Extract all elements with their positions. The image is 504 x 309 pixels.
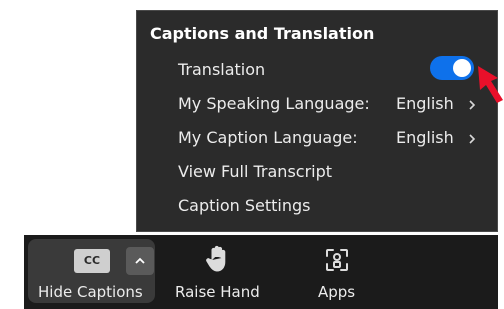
raise-hand-label: Raise Hand	[175, 283, 260, 301]
meeting-toolbar: CC Hide Captions Raise Hand Apps	[24, 235, 498, 309]
cc-icon: CC	[74, 249, 110, 273]
menu-item-caption-language[interactable]: My Caption Language:	[178, 128, 358, 147]
menu-item-speaking-language[interactable]: My Speaking Language:	[178, 94, 370, 113]
apps-icon	[326, 249, 348, 271]
menu-item-view-transcript[interactable]: View Full Transcript	[178, 162, 332, 181]
captions-translation-menu: Captions and Translation Translation My …	[136, 10, 498, 232]
red-arrow-icon	[478, 66, 503, 103]
menu-item-translation[interactable]: Translation	[178, 60, 265, 79]
hand-icon	[206, 245, 226, 272]
raise-hand-button[interactable]: Raise Hand	[172, 239, 262, 303]
captions-options-caret[interactable]	[126, 247, 154, 275]
hide-captions-button[interactable]: CC Hide Captions	[28, 239, 155, 303]
toggle-knob	[453, 59, 471, 77]
hide-captions-label: Hide Captions	[38, 283, 143, 301]
chevron-up-icon	[135, 257, 145, 264]
translation-toggle[interactable]	[430, 56, 474, 80]
menu-item-caption-settings[interactable]: Caption Settings	[178, 196, 311, 215]
caption-language-value[interactable]: English	[396, 128, 454, 147]
apps-label: Apps	[318, 283, 356, 301]
chevron-right-icon	[469, 134, 476, 144]
speaking-language-value[interactable]: English	[396, 94, 454, 113]
menu-title: Captions and Translation	[150, 24, 375, 43]
apps-button[interactable]: Apps	[302, 239, 372, 303]
